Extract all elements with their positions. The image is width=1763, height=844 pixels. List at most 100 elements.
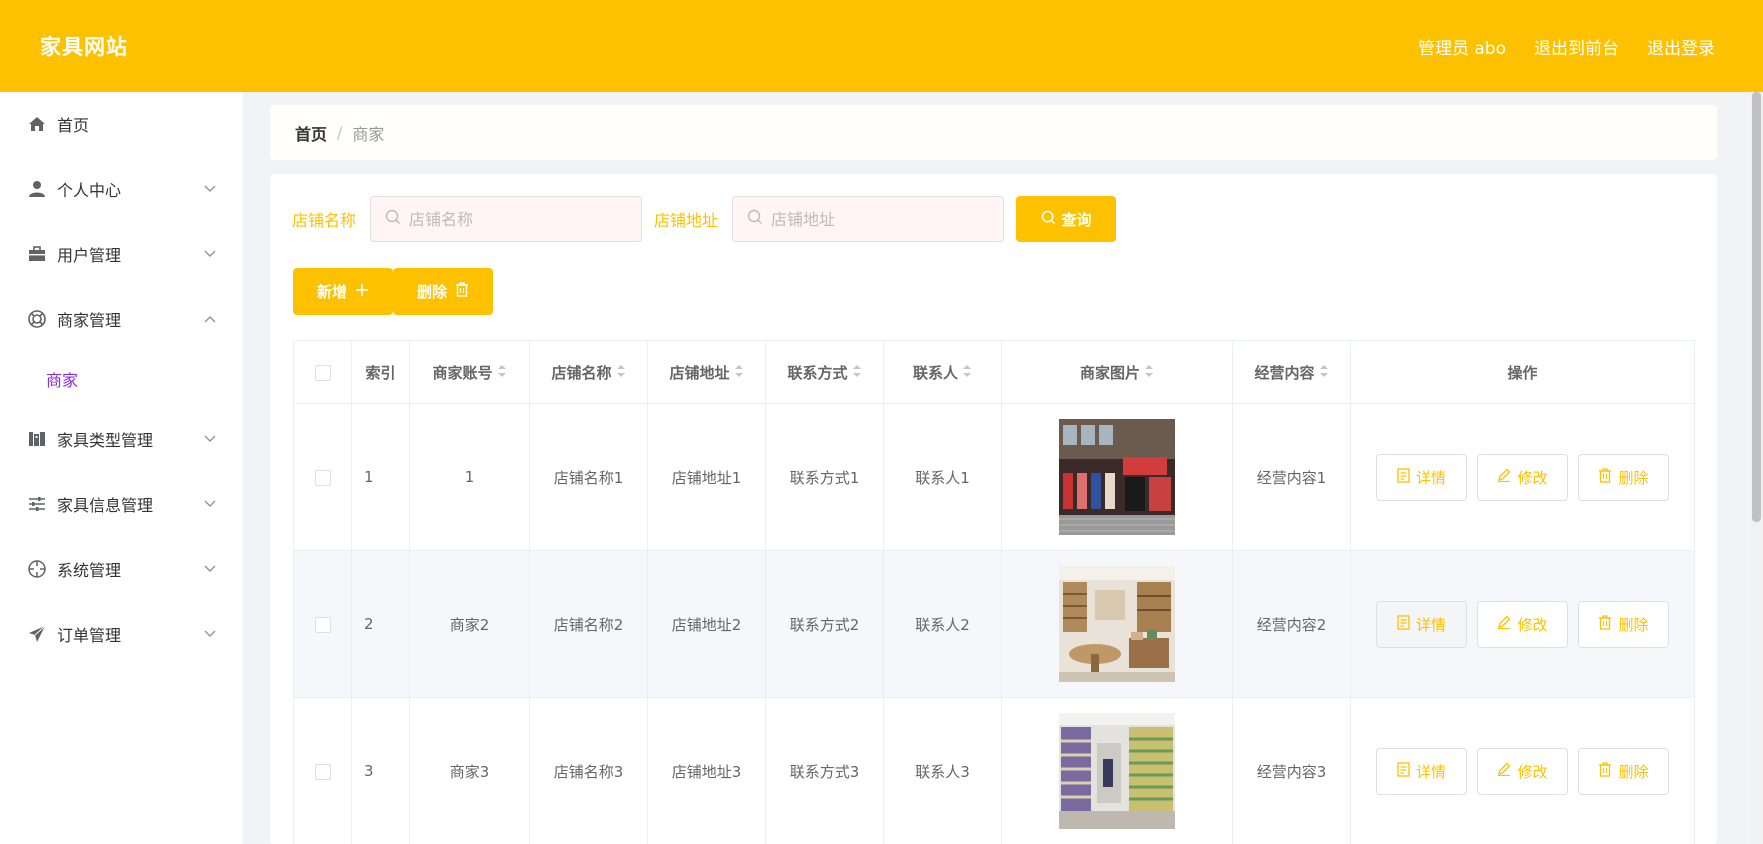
- sidebar-subitem-merchant[interactable]: 商家: [0, 351, 243, 406]
- cell-contact: 联系方式2: [765, 550, 884, 698]
- admin-user-link[interactable]: 管理员 abo: [1418, 34, 1506, 59]
- breadcrumb-current: 商家: [352, 124, 385, 144]
- chevron-down-icon: [203, 182, 217, 196]
- store-interior-image[interactable]: [1059, 566, 1175, 682]
- row-checkbox[interactable]: [314, 469, 331, 486]
- batch-delete-button[interactable]: 删除: [393, 268, 493, 315]
- edit-button[interactable]: 修改: [1477, 747, 1568, 795]
- header-label: 联系方式: [787, 363, 848, 382]
- cell-contact: 联系方式3: [765, 697, 884, 844]
- sidebar-item-label: 用户管理: [57, 245, 122, 265]
- chevron-down-icon: [203, 432, 217, 446]
- pencil-icon: [1497, 468, 1511, 486]
- detail-label: 详情: [1415, 468, 1446, 487]
- sort-icon[interactable]: [962, 364, 972, 382]
- header-index: 索引: [351, 340, 410, 404]
- breadcrumb: 首页 / 商家: [270, 105, 1717, 160]
- sidebar-item-home[interactable]: 首页: [0, 92, 243, 156]
- cell-contact-person: 联系人1: [883, 403, 1002, 551]
- breadcrumb-home[interactable]: 首页: [295, 121, 327, 145]
- sidebar-item-order-management[interactable]: 订单管理: [0, 601, 243, 666]
- cell-contact: 联系方式1: [765, 403, 884, 551]
- header-shop-address[interactable]: 店铺地址: [647, 340, 766, 404]
- shop-name-label: 店铺名称: [292, 211, 357, 230]
- header-shop-name[interactable]: 店铺名称: [529, 340, 648, 404]
- sort-icon[interactable]: [852, 364, 862, 382]
- header-label: 店铺名称: [551, 363, 612, 382]
- trash-icon: [1598, 614, 1612, 634]
- sliders-icon: [27, 494, 47, 514]
- add-button-label: 新增: [316, 283, 347, 301]
- header-business-content[interactable]: 经营内容: [1232, 340, 1351, 404]
- cell-shop-name: 店铺名称2: [529, 550, 648, 698]
- pencil-icon: [1497, 615, 1511, 633]
- trash-icon: [1598, 761, 1612, 781]
- detail-button[interactable]: 详情: [1376, 600, 1467, 648]
- shop-address-input[interactable]: [771, 209, 992, 229]
- search-icon: [747, 209, 763, 229]
- shop-name-input[interactable]: [409, 209, 630, 229]
- detail-button[interactable]: 详情: [1376, 747, 1467, 795]
- header-label: 商家账号: [432, 363, 493, 382]
- header-image[interactable]: 商家图片: [1001, 340, 1233, 404]
- edit-label: 修改: [1517, 615, 1548, 634]
- query-button[interactable]: 查询: [1016, 196, 1117, 242]
- main-content: 店铺名称 店铺地址 查询 新增 删除: [270, 174, 1717, 844]
- site-title: 家具网站: [40, 35, 128, 59]
- sort-icon[interactable]: [734, 364, 744, 382]
- sort-icon[interactable]: [1144, 364, 1154, 382]
- chevron-down-icon: [203, 562, 217, 576]
- sidebar-item-personal-center[interactable]: 个人中心: [0, 156, 243, 221]
- select-all-checkbox[interactable]: [314, 364, 331, 381]
- shop-address-input-wrapper: [732, 196, 1005, 242]
- sort-icon[interactable]: [616, 364, 626, 382]
- row-checkbox[interactable]: [314, 763, 331, 780]
- sidebar-item-furniture-type-management[interactable]: 家具类型管理: [0, 406, 243, 471]
- edit-button[interactable]: 修改: [1477, 453, 1568, 501]
- row-checkbox[interactable]: [314, 616, 331, 633]
- sort-icon[interactable]: [1319, 364, 1329, 382]
- table-row: 2 商家2 店铺名称2 店铺地址2 联系方式2 联系人2 经营内容2 详情 修改…: [293, 550, 1695, 698]
- sidebar-item-merchant-management[interactable]: 商家管理: [0, 286, 243, 351]
- exit-to-frontend-link[interactable]: 退出到前台: [1534, 34, 1619, 59]
- header-label: 经营内容: [1254, 363, 1315, 382]
- chevron-down-icon: [203, 247, 217, 261]
- sidebar-item-label: 个人中心: [57, 180, 122, 200]
- sort-icon[interactable]: [497, 364, 507, 382]
- cell-contact-person: 联系人2: [883, 550, 1002, 698]
- delete-button[interactable]: 删除: [1578, 747, 1669, 795]
- search-icon: [1041, 210, 1056, 229]
- sidebar-item-system-management[interactable]: 系统管理: [0, 536, 243, 601]
- header-contact[interactable]: 联系方式: [765, 340, 884, 404]
- logout-link[interactable]: 退出登录: [1647, 34, 1715, 59]
- row-select-cell: [293, 697, 352, 844]
- detail-button[interactable]: 详情: [1376, 453, 1467, 501]
- page-scrollbar[interactable]: [1750, 92, 1763, 844]
- shop-aisle-image[interactable]: [1059, 713, 1175, 829]
- lifebuoy-icon: [27, 309, 47, 329]
- edit-button[interactable]: 修改: [1477, 600, 1568, 648]
- add-button[interactable]: 新增: [293, 268, 393, 315]
- chevron-up-icon: [203, 312, 217, 326]
- delete-button[interactable]: 删除: [1578, 600, 1669, 648]
- header-label: 店铺地址: [669, 363, 730, 382]
- cell-image: [1001, 550, 1233, 698]
- header-account[interactable]: 商家账号: [409, 340, 530, 404]
- top-bar: 家具网站 管理员 abo 退出到前台 退出登录: [0, 0, 1763, 92]
- delete-button[interactable]: 删除: [1578, 453, 1669, 501]
- cell-operations: 详情 修改 删除: [1350, 403, 1695, 551]
- scrollbar-thumb[interactable]: [1752, 92, 1761, 522]
- storefront-image[interactable]: [1059, 419, 1175, 535]
- sidebar-item-user-management[interactable]: 用户管理: [0, 221, 243, 286]
- cell-business-content: 经营内容3: [1232, 697, 1351, 844]
- document-icon: [1397, 614, 1410, 634]
- header-operations: 操作: [1350, 340, 1695, 404]
- shop-name-input-wrapper: [370, 196, 643, 242]
- sidebar-item-furniture-info-management[interactable]: 家具信息管理: [0, 471, 243, 536]
- send-icon: [27, 624, 47, 644]
- briefcase-icon: [27, 244, 47, 264]
- breadcrumb-separator: /: [337, 123, 343, 142]
- plus-icon: [355, 283, 369, 301]
- header-contact-person[interactable]: 联系人: [883, 340, 1002, 404]
- search-icon: [385, 209, 401, 229]
